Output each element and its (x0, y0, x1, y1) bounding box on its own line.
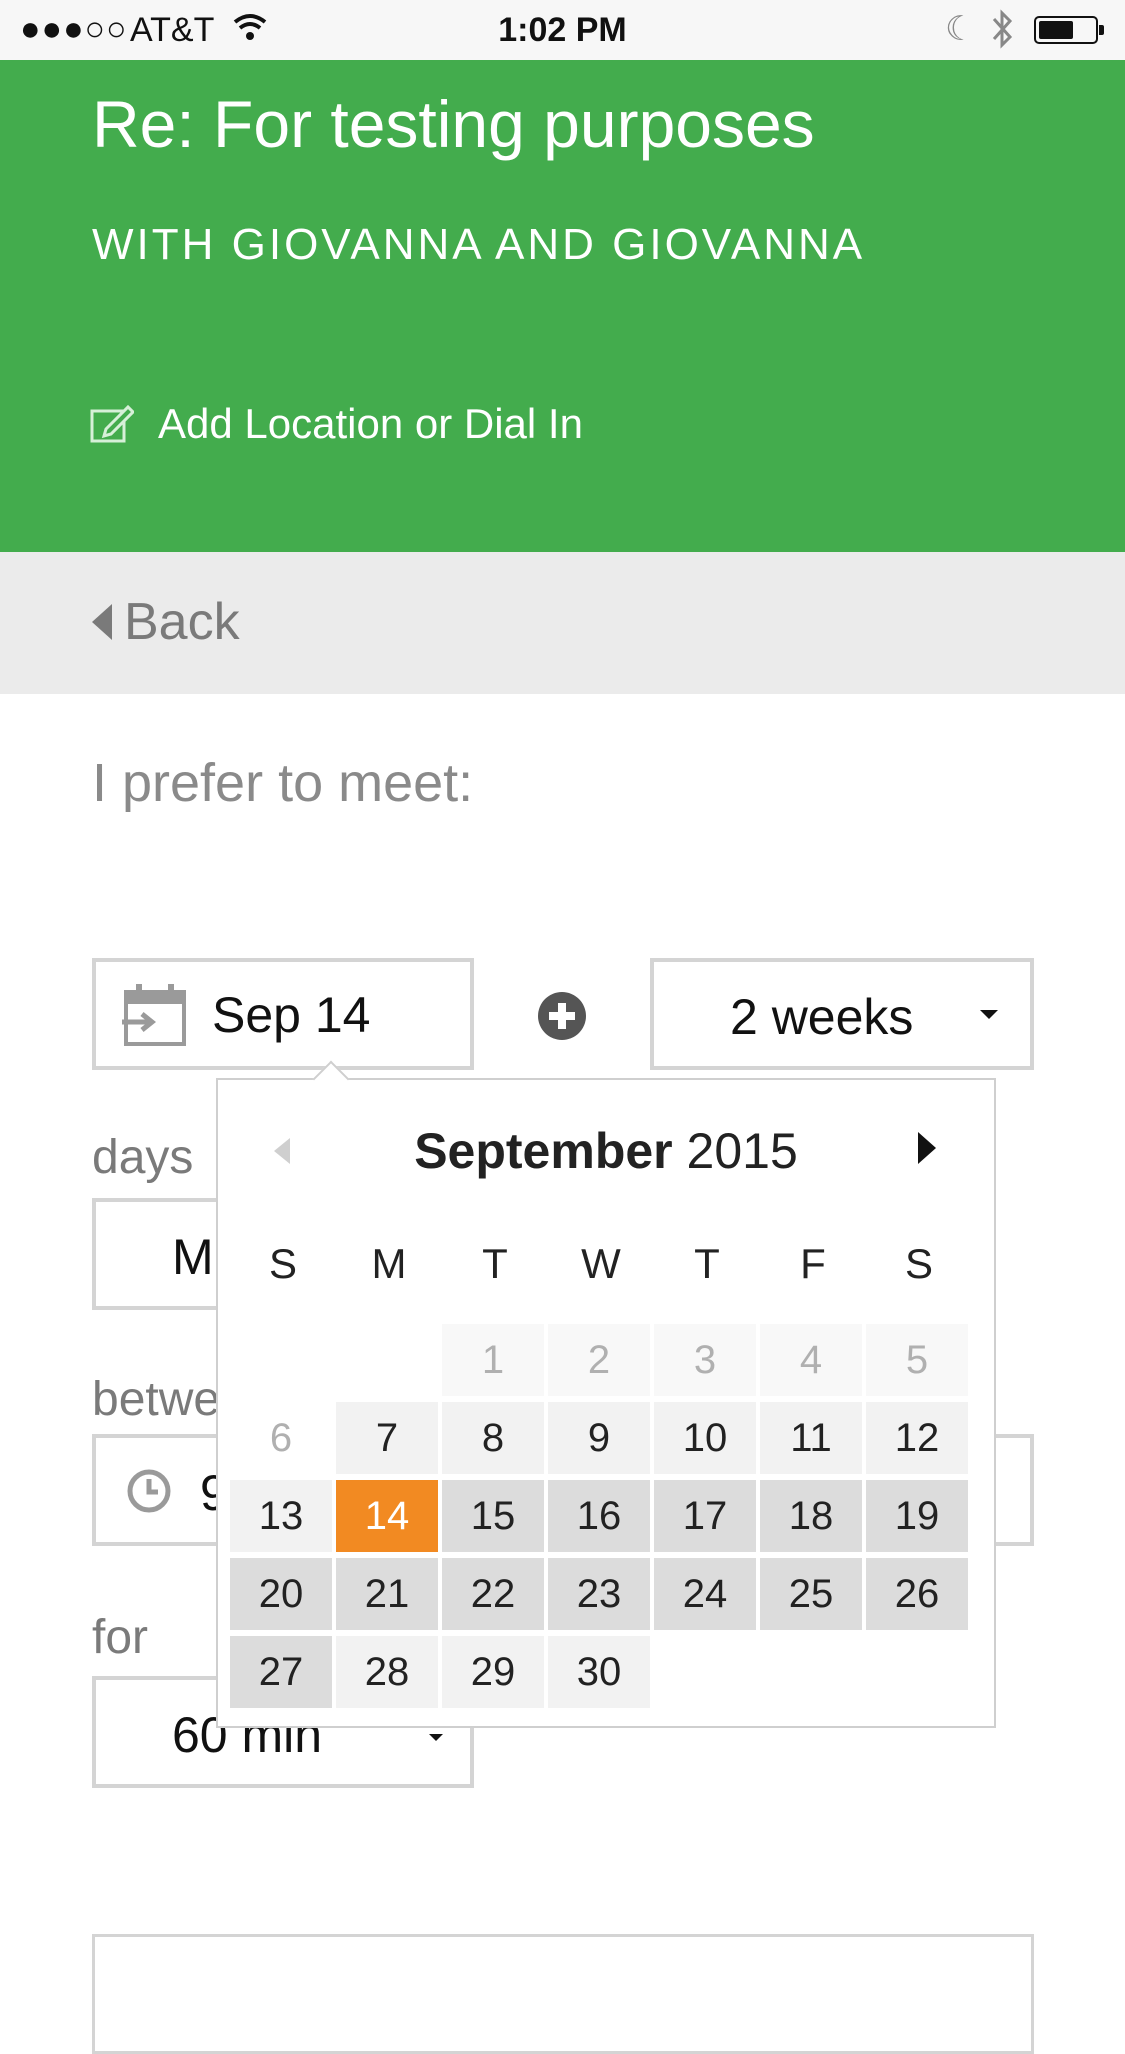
moon-icon: ☾ (945, 10, 976, 48)
day-cell[interactable]: 11 (760, 1402, 862, 1474)
plus-circle-icon[interactable] (538, 992, 586, 1040)
day-cell[interactable]: 9 (548, 1402, 650, 1474)
day-cell-empty (654, 1636, 756, 1708)
weekday-label: W (581, 1240, 621, 1287)
day-cell[interactable]: 28 (336, 1636, 438, 1708)
add-location-link[interactable]: Add Location or Dial In (90, 400, 583, 448)
duration-range-select[interactable]: 2 weeks (650, 958, 1034, 1070)
day-cell: 6 (269, 1415, 293, 1460)
add-location-label: Add Location or Dial In (158, 400, 583, 447)
back-label: Back (124, 593, 240, 651)
day-cell[interactable]: 23 (548, 1558, 650, 1630)
chevron-left-icon (92, 604, 112, 640)
days-value: M (172, 1229, 214, 1285)
year-value: 2015 (686, 1123, 798, 1179)
day-cell-empty (230, 1324, 332, 1396)
day-cell[interactable]: 12 (866, 1402, 968, 1474)
next-month-icon[interactable] (918, 1132, 936, 1164)
day-cell-empty (336, 1324, 438, 1396)
day-cell[interactable]: 19 (866, 1480, 968, 1552)
month-year-heading: September 2015 (218, 1122, 994, 1180)
chevron-down-icon (429, 1734, 443, 1741)
start-date-field[interactable]: Sep 14 (92, 958, 474, 1070)
day-cell[interactable]: 26 (866, 1558, 968, 1630)
day-cell[interactable]: 27 (230, 1636, 332, 1708)
day-cell[interactable]: 16 (548, 1480, 650, 1552)
day-cell: 4 (760, 1324, 862, 1396)
meeting-title: Re: For testing purposes (92, 87, 815, 161)
weekday-label: T (694, 1240, 720, 1287)
day-cell: 2 (548, 1324, 650, 1396)
back-bar: Back (0, 552, 1125, 694)
weekday-label: T (482, 1240, 508, 1287)
weekday-header: SMTWTFS (230, 1240, 972, 1288)
day-cell[interactable]: 25 (760, 1558, 862, 1630)
day-cell[interactable]: 15 (442, 1480, 544, 1552)
start-date-value: Sep 14 (212, 987, 371, 1043)
weekday-label: F (800, 1240, 826, 1287)
chevron-down-icon (980, 1010, 998, 1019)
duration-range-value: 2 weeks (730, 989, 914, 1045)
battery-icon (1034, 16, 1104, 44)
weekday-label: S (268, 1240, 297, 1287)
meeting-participants: WITH GIOVANNA AND GIOVANNA (92, 220, 866, 269)
weekday-label: M (371, 1240, 407, 1287)
notes-input[interactable] (92, 1934, 1034, 2054)
day-cell[interactable]: 22 (442, 1558, 544, 1630)
status-bar: ●●●○○ AT&T 1:02 PM ☾ (0, 0, 1125, 61)
day-cell[interactable]: 20 (230, 1558, 332, 1630)
clock-icon (126, 1468, 172, 1514)
day-cell[interactable]: 18 (760, 1480, 862, 1552)
day-cell[interactable]: 10 (654, 1402, 756, 1474)
day-cell[interactable]: 8 (442, 1402, 544, 1474)
back-button[interactable]: Back (92, 592, 240, 652)
calendar-icon (120, 980, 190, 1050)
day-cell[interactable]: 30 (548, 1636, 650, 1708)
day-cell-empty (866, 1636, 968, 1708)
day-cell: 1 (442, 1324, 544, 1396)
day-cell[interactable]: 13 (230, 1480, 332, 1552)
preference-prompt: I prefer to meet: (92, 753, 474, 813)
day-cell: 5 (866, 1324, 968, 1396)
datepicker-popup: September 2015 SMTWTFS 1 2 3 4 5 6 7 8 9 10 11 12 13… (216, 1060, 996, 1728)
day-cell: 3 (654, 1324, 756, 1396)
weekday-label: S (904, 1240, 933, 1287)
between-label: betwe (92, 1373, 221, 1426)
day-cell[interactable]: 24 (654, 1558, 756, 1630)
edit-icon (90, 404, 136, 443)
day-cell[interactable]: 17 (654, 1480, 756, 1552)
for-label: for (92, 1611, 149, 1664)
days-label: days (92, 1131, 194, 1184)
day-cell[interactable]: 7 (336, 1402, 438, 1474)
bluetooth-icon (990, 9, 1016, 58)
day-cell[interactable]: 14 (336, 1480, 438, 1552)
meeting-header: Re: For testing purposes WITH GIOVANNA A… (0, 60, 1125, 552)
day-cell[interactable]: 21 (336, 1558, 438, 1630)
month-name: September (414, 1123, 673, 1179)
day-grid: 1 2 3 4 5 6 7 8 9 10 11 12 13 14 15 16 17 18 19 20 21 22 23 24 2… (230, 1324, 968, 1708)
day-cell-empty (760, 1636, 862, 1708)
day-cell[interactable]: 29 (442, 1636, 544, 1708)
